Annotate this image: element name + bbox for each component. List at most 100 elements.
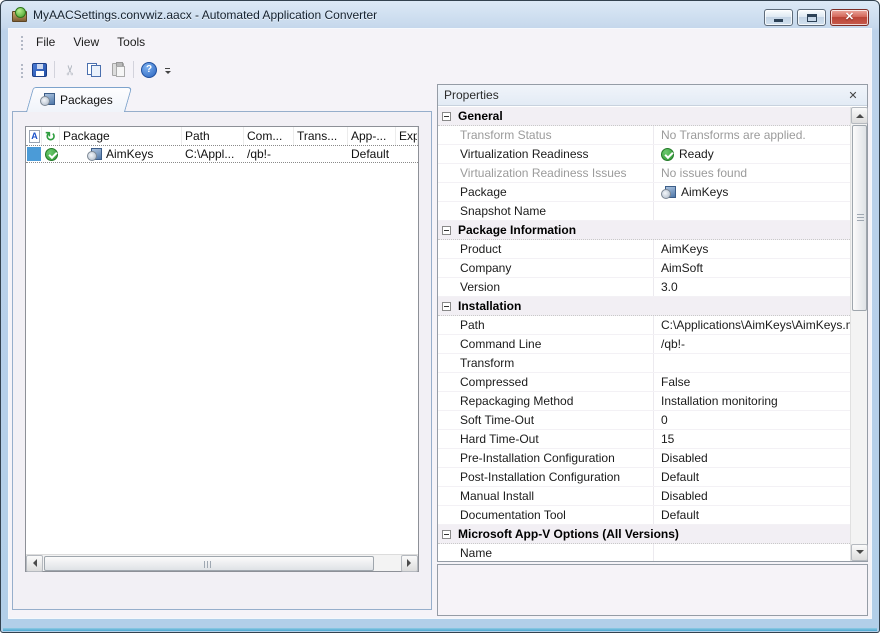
close-button[interactable]: ✕ [830, 9, 869, 26]
package-icon [661, 186, 676, 199]
column-header-refresh-icon[interactable] [42, 127, 60, 145]
panel-close-icon[interactable] [845, 87, 861, 103]
property-row[interactable]: Soft Time-Out0 [438, 411, 850, 430]
column-header-package[interactable]: Package [60, 127, 182, 145]
scroll-left-button[interactable] [26, 555, 43, 572]
property-row[interactable]: Transform [438, 354, 850, 373]
property-row[interactable]: Documentation ToolDefault [438, 506, 850, 525]
table-empty-area [26, 163, 418, 554]
cut-button[interactable] [58, 58, 82, 81]
property-value[interactable] [654, 202, 850, 220]
property-group-header[interactable]: Microsoft App-V Options (All Versions) [438, 525, 850, 544]
toolbar-overflow-button[interactable] [162, 58, 173, 81]
property-value[interactable]: 15 [654, 430, 850, 448]
property-row[interactable]: Name [438, 544, 850, 561]
property-value[interactable]: /qb!- [654, 335, 850, 353]
menu-grip[interactable] [19, 34, 23, 50]
property-group-header[interactable]: General [438, 107, 850, 126]
property-row[interactable]: Manual InstallDisabled [438, 487, 850, 506]
property-value[interactable]: Ready [654, 145, 850, 163]
column-header-app-[interactable]: App-... [348, 127, 396, 145]
property-row[interactable]: Command Line/qb!- [438, 335, 850, 354]
package-name-cell: AimKeys [60, 146, 182, 162]
property-row[interactable]: Virtualization Readiness IssuesNo issues… [438, 164, 850, 183]
property-row[interactable]: Virtualization ReadinessReady [438, 145, 850, 164]
property-value[interactable]: AimKeys [654, 183, 850, 201]
property-value[interactable]: AimSoft [654, 259, 850, 277]
vertical-scrollbar[interactable] [850, 107, 867, 561]
property-value[interactable]: Default [654, 506, 850, 524]
table-row[interactable]: AimKeysC:\Appl.../qb!-Default [26, 146, 418, 163]
arrow-down-icon [856, 550, 864, 558]
property-row[interactable]: Snapshot Name [438, 202, 850, 221]
property-row[interactable]: PathC:\Applications\AimKeys\AimKeys.m [438, 316, 850, 335]
property-value[interactable]: AimKeys [654, 240, 850, 258]
scroll-right-button[interactable] [401, 555, 418, 572]
help-button[interactable] [137, 58, 161, 81]
title-bar: MyAACSettings.convwiz.aacx - Automated A… [1, 1, 879, 29]
property-row[interactable]: CompanyAimSoft [438, 259, 850, 278]
property-value[interactable]: Default [654, 468, 850, 486]
property-row[interactable]: Repackaging MethodInstallation monitorin… [438, 392, 850, 411]
save-button[interactable] [27, 58, 51, 81]
property-row[interactable]: Pre-Installation ConfigurationDisabled [438, 449, 850, 468]
column-header-com-[interactable]: Com... [244, 127, 294, 145]
maximize-button[interactable] [797, 9, 826, 26]
paste-icon [112, 63, 124, 76]
property-group-label: Package Information [458, 223, 576, 237]
scroll-down-button[interactable] [851, 544, 868, 561]
property-row[interactable]: ProductAimKeys [438, 240, 850, 259]
table-body: AimKeysC:\Appl.../qb!-Default [26, 146, 418, 163]
property-value[interactable]: No Transforms are applied. [654, 126, 850, 144]
collapse-icon[interactable] [442, 530, 451, 539]
collapse-icon[interactable] [442, 226, 451, 235]
menu-view[interactable]: View [64, 31, 108, 53]
property-row[interactable]: PackageAimKeys [438, 183, 850, 202]
property-row[interactable]: Post-Installation ConfigurationDefault [438, 468, 850, 487]
collapse-icon[interactable] [442, 112, 451, 121]
maximize-icon [807, 14, 817, 22]
property-value[interactable]: Installation monitoring [654, 392, 850, 410]
horizontal-scrollbar[interactable] [26, 554, 418, 571]
copy-icon [87, 63, 101, 77]
menu-tools[interactable]: Tools [108, 31, 154, 53]
column-header-attribute-a-icon[interactable] [26, 127, 42, 145]
property-description-box [437, 564, 868, 616]
column-header-path[interactable]: Path [182, 127, 244, 145]
property-value[interactable]: Disabled [654, 449, 850, 467]
property-value[interactable]: Disabled [654, 487, 850, 505]
minimize-button[interactable] [764, 9, 793, 26]
property-value[interactable]: 3.0 [654, 278, 850, 296]
property-group-header[interactable]: Installation [438, 297, 850, 316]
property-value-text: False [661, 375, 690, 389]
property-row[interactable]: CompressedFalse [438, 373, 850, 392]
property-name: Command Line [438, 335, 654, 353]
property-row[interactable]: Transform StatusNo Transforms are applie… [438, 126, 850, 145]
column-header-expa-[interactable]: Expa... [396, 127, 418, 145]
property-value[interactable]: No issues found [654, 164, 850, 182]
column-header-trans-[interactable]: Trans... [294, 127, 348, 145]
property-value[interactable] [654, 544, 850, 561]
property-value[interactable]: C:\Applications\AimKeys\AimKeys.m [654, 316, 850, 334]
tab-packages[interactable]: Packages [26, 87, 125, 112]
vertical-scrollbar-thumb[interactable] [852, 125, 867, 311]
property-value[interactable]: False [654, 373, 850, 391]
tab-label: Packages [60, 93, 113, 107]
copy-button[interactable] [82, 58, 106, 81]
property-value-text: Disabled [661, 489, 708, 503]
toolbar-grip[interactable] [19, 62, 23, 78]
toolbar [9, 55, 871, 84]
scroll-up-button[interactable] [851, 107, 868, 124]
properties-panel: Properties GeneralTransform StatusNo Tra… [437, 84, 868, 616]
property-value[interactable]: 0 [654, 411, 850, 429]
menu-file[interactable]: File [27, 31, 64, 53]
app-icon [11, 7, 27, 23]
horizontal-scrollbar-thumb[interactable] [44, 556, 374, 571]
paste-button[interactable] [106, 58, 130, 81]
collapse-icon[interactable] [442, 302, 451, 311]
property-group-header[interactable]: Package Information [438, 221, 850, 240]
property-row[interactable]: Hard Time-Out15 [438, 430, 850, 449]
property-value[interactable] [654, 354, 850, 372]
table-header-row: PackagePathCom...Trans...App-...Expa... [26, 127, 418, 146]
property-row[interactable]: Version3.0 [438, 278, 850, 297]
